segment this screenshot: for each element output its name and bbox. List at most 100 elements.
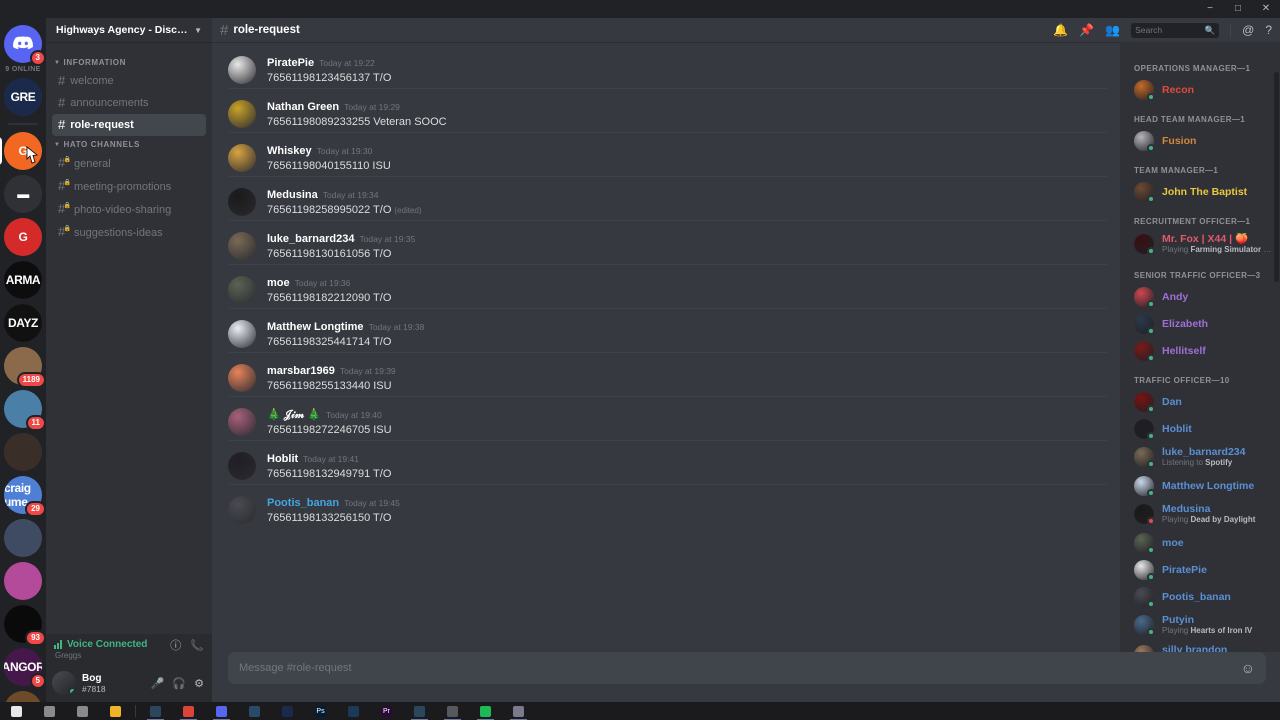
list-item[interactable]: Recon [1120, 76, 1280, 103]
list-item[interactable]: Hellitself [1120, 337, 1280, 364]
message-item[interactable]: Nathan Green Today at 19:29 76561198089233… [212, 88, 1120, 130]
message-item[interactable]: marsbar1969 Today at 19:39 765611982551334… [212, 352, 1120, 394]
guild-anime-server[interactable]: 1189 [4, 347, 46, 388]
server-header[interactable]: Highways Agency - Discord ▼ [46, 18, 212, 42]
microphone-icon[interactable]: 🎤 [151, 677, 165, 690]
message-author[interactable]: 🎄 𝒥𝒾𝓂 🎄 [267, 408, 321, 422]
message-item[interactable]: Whiskey Today at 19:30 76561198040155110 I… [212, 132, 1120, 174]
taskbar-start-button[interactable] [0, 702, 33, 720]
channel-category[interactable]: ▼ INFORMATION [46, 54, 212, 70]
list-item[interactable]: Fusion [1120, 127, 1280, 154]
info-icon[interactable]: ⓘ [170, 641, 181, 652]
maximize-button[interactable]: □ [1224, 0, 1252, 18]
taskbar-game-app[interactable] [436, 702, 469, 720]
taskbar-blender-app[interactable] [271, 702, 304, 720]
bell-icon[interactable]: 🔔 [1053, 24, 1068, 36]
guild-face-server[interactable] [4, 433, 42, 471]
guild-gre-voice[interactable]: GRE [4, 78, 42, 116]
message-input[interactable]: Message #role-request ☺ [228, 652, 1266, 684]
list-item[interactable]: Dan [1120, 388, 1280, 415]
taskbar-photoshop-app[interactable]: Ps [304, 702, 337, 720]
message-item[interactable]: Hoblit Today at 19:41 76561198132949791 T/… [212, 440, 1120, 482]
guild-strawberry-server[interactable]: 93 [4, 605, 46, 646]
taskbar-search-taskbar[interactable] [33, 702, 66, 720]
close-button[interactable]: ✕ [1252, 0, 1280, 18]
sidebar-item-welcome[interactable]: # welcome [52, 70, 206, 92]
guild-dayz-server[interactable]: DAYZ [4, 304, 42, 342]
message-author[interactable]: Nathan Green [267, 100, 339, 114]
taskbar-spotify-app[interactable] [469, 702, 502, 720]
message-author[interactable]: luke_barnard234 [267, 232, 354, 246]
message-author[interactable]: Medusina [267, 188, 318, 202]
list-item[interactable]: moe [1120, 529, 1280, 556]
list-item[interactable]: John The Baptist [1120, 178, 1280, 205]
taskbar-steam-app[interactable] [139, 702, 172, 720]
message-item[interactable]: 🎄 𝒥𝒾𝓂 🎄 Today at 19:40 76561198272246705 I… [212, 396, 1120, 438]
avatar[interactable] [228, 320, 256, 348]
message-author[interactable]: Matthew Longtime [267, 320, 364, 334]
avatar[interactable] [52, 671, 76, 695]
message-author[interactable]: PiratePie [267, 56, 314, 70]
taskbar-discord-app[interactable] [205, 702, 238, 720]
list-item[interactable]: PiratePie [1120, 556, 1280, 583]
list-item[interactable]: Mr. Fox | X44 | 🍑 Playing Farming Simulat… [1120, 229, 1280, 259]
message-author[interactable]: Whiskey [267, 144, 312, 158]
windows-taskbar[interactable]: Ps Pr [0, 702, 1280, 720]
guild-rail[interactable]: 39 ONLINE GRE G ▬ G ARMA DAYZ 1189 11 craig ume 29… [0, 18, 46, 702]
taskbar-task-view[interactable] [66, 702, 99, 720]
message-item[interactable]: luke_barnard234 Today at 19:35 76561198130… [212, 220, 1120, 262]
sidebar-item-meeting-promotions[interactable]: # 🔒 meeting-promotions [52, 175, 206, 198]
emoji-icon[interactable]: ☺ [1241, 661, 1255, 675]
taskbar-premiere-app[interactable]: Pr [370, 702, 403, 720]
avatar[interactable] [228, 276, 256, 304]
list-item[interactable]: Hoblit [1120, 415, 1280, 442]
guild-blue-bar-server[interactable]: ▬ [4, 175, 42, 213]
guild-discord-home[interactable]: 3 [4, 25, 46, 66]
guild-shark-server[interactable] [4, 519, 42, 557]
message-author[interactable]: Pootis_banan [267, 496, 339, 510]
message-item[interactable]: Matthew Longtime Today at 19:38 7656119832… [212, 308, 1120, 350]
message-list[interactable]: PiratePie Today at 19:22 76561198123456137… [212, 42, 1120, 652]
pin-icon[interactable]: 📌 [1079, 24, 1094, 36]
message-author[interactable]: marsbar1969 [267, 364, 335, 378]
list-item[interactable]: Andy [1120, 283, 1280, 310]
guild-blonde-server[interactable]: 11 [4, 390, 46, 431]
list-item[interactable]: silly brandonListening to Spotify [1120, 640, 1280, 652]
member-list[interactable]: OPERATIONS MANAGER—1 Recon HEAD TEAM MANAG… [1120, 42, 1280, 652]
avatar[interactable] [228, 452, 256, 480]
avatar[interactable] [228, 56, 256, 84]
list-item[interactable]: luke_barnard234 Listening to Spotify [1120, 442, 1280, 472]
list-item[interactable]: Matthew Longtime [1120, 472, 1280, 499]
taskbar-paint-app[interactable] [502, 702, 535, 720]
guild-g-red-server[interactable]: G [4, 218, 42, 256]
guild-craig-ume-server[interactable]: craig ume 29 [4, 476, 46, 517]
message-item[interactable]: PiratePie Today at 19:22 76561198123456137… [212, 48, 1120, 86]
channel-category[interactable]: ▼ HATO CHANNELS [46, 136, 212, 152]
list-item[interactable]: Elizabeth [1120, 310, 1280, 337]
message-author[interactable]: Hoblit [267, 452, 298, 466]
sidebar-item-announcements[interactable]: # announcements [52, 92, 206, 114]
avatar[interactable] [228, 232, 256, 260]
avatar[interactable] [228, 100, 256, 128]
mentions-icon[interactable]: @ [1242, 24, 1254, 36]
scrollbar[interactable] [1274, 72, 1279, 282]
search-input[interactable]: Search 🔍 [1131, 22, 1220, 38]
taskbar-vscode-app[interactable] [337, 702, 370, 720]
disconnect-call-icon[interactable]: 📞 [190, 641, 204, 652]
guild-angor-server[interactable]: ANGOR 5 [4, 648, 46, 689]
list-item[interactable]: Medusina Playing Dead by Daylight [1120, 499, 1280, 529]
headphones-icon[interactable]: 🎧 [172, 677, 186, 690]
guild-brown-server[interactable]: 448 [4, 691, 42, 702]
message-item[interactable]: moe Today at 19:36 76561198182212090 T/O [212, 264, 1120, 306]
guild-arma-server[interactable]: ARMA [4, 261, 42, 299]
avatar[interactable] [228, 188, 256, 216]
sidebar-item-role-request[interactable]: # role-request [52, 114, 206, 136]
members-icon[interactable]: 👥 [1105, 24, 1120, 36]
taskbar-file-explorer[interactable] [99, 702, 132, 720]
sidebar-item-general[interactable]: # 🔒 general [52, 152, 206, 175]
taskbar-teamspeak-app[interactable] [238, 702, 271, 720]
gear-icon[interactable]: ⚙ [194, 677, 204, 690]
sidebar-item-photo-video-sharing[interactable]: # 🔒 photo-video-sharing [52, 198, 206, 221]
message-item[interactable]: Medusina Today at 19:34 76561198258995022 … [212, 176, 1120, 218]
guild-pink-server[interactable] [4, 562, 42, 600]
